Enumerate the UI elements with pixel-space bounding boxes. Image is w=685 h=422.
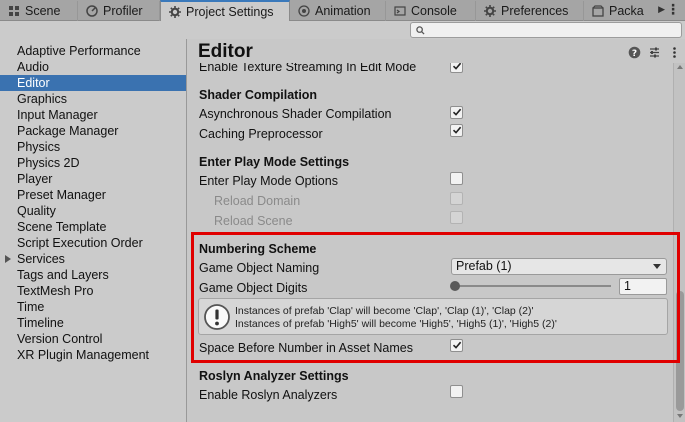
sidebar-item-editor[interactable]: Editor xyxy=(0,75,186,91)
caching-preprocessor-checkbox[interactable] xyxy=(450,124,463,137)
help-icon[interactable]: ? xyxy=(628,46,641,59)
sidebar-item-services[interactable]: Services xyxy=(0,251,186,267)
sidebar-item-package-manager[interactable]: Package Manager xyxy=(0,123,186,139)
shader-compilation-heading: Shader Compilation xyxy=(199,88,318,102)
tab-preferences[interactable]: Preferences xyxy=(476,1,584,21)
tab-project-settings[interactable]: Project Settings xyxy=(160,0,290,21)
preset-sliders-icon[interactable] xyxy=(648,46,661,59)
reload-domain-checkbox xyxy=(450,192,463,205)
tab-scene[interactable]: Scene xyxy=(0,1,78,21)
profiler-icon xyxy=(86,5,98,17)
gear-icon xyxy=(484,5,496,17)
scroll-up-arrow-icon[interactable] xyxy=(677,65,683,69)
sidebar-item-scene-template[interactable]: Scene Template xyxy=(0,219,186,235)
async-shader-compilation-checkbox[interactable] xyxy=(450,106,463,119)
editor-settings-panel: Enable Texture Streaming In Edit Mode Sh… xyxy=(188,39,685,422)
game-object-digits-field[interactable]: 1 xyxy=(619,278,667,295)
sidebar-item-quality[interactable]: Quality xyxy=(0,203,186,219)
sidebar-item-input-manager[interactable]: Input Manager xyxy=(0,107,186,123)
roslyn-analyzer-heading: Roslyn Analyzer Settings xyxy=(199,369,349,383)
package-icon xyxy=(592,5,604,17)
dropdown-value: Prefab (1) xyxy=(456,259,512,273)
tab-profiler[interactable]: Profiler xyxy=(78,1,160,21)
search-input[interactable] xyxy=(429,24,669,36)
play-mode-heading: Enter Play Mode Settings xyxy=(199,155,350,169)
tab-label: Console xyxy=(411,4,457,18)
tab-label: Project Settings xyxy=(186,4,274,19)
search-field[interactable] xyxy=(410,22,682,38)
panel-header: Editor ? xyxy=(188,39,685,63)
game-object-digits-label: Game Object Digits xyxy=(199,281,308,295)
help-text-line-1: Instances of prefab 'Clap' will become '… xyxy=(235,305,534,317)
sidebar-item-physics-2d[interactable]: Physics 2D xyxy=(0,155,186,171)
more-options-icon[interactable] xyxy=(668,46,681,59)
game-object-naming-dropdown[interactable]: Prefab (1) xyxy=(451,258,667,275)
tab-scroll-right-icon[interactable]: ▶ xyxy=(658,4,665,15)
caching-preprocessor-label: Caching Preprocessor xyxy=(199,127,323,141)
sidebar-item-timeline[interactable]: Timeline xyxy=(0,315,186,331)
sidebar-item-script-execution-order[interactable]: Script Execution Order xyxy=(0,235,186,251)
space-before-number-label: Space Before Number in Asset Names xyxy=(199,341,413,355)
sidebar-item-textmesh-pro[interactable]: TextMesh Pro xyxy=(0,283,186,299)
tab-console[interactable]: Console xyxy=(386,1,476,21)
sidebar-item-audio[interactable]: Audio xyxy=(0,59,186,75)
tab-label: Scene xyxy=(25,4,61,18)
tab-label: Packa xyxy=(609,4,644,18)
sidebar-item-xr-plugin-management[interactable]: XR Plugin Management xyxy=(0,347,186,363)
sidebar-item-version-control[interactable]: Version Control xyxy=(0,331,186,347)
sidebar-item-label: Services xyxy=(17,252,65,266)
reload-domain-label: Reload Domain xyxy=(214,194,301,208)
play-mode-options-checkbox[interactable] xyxy=(450,172,463,185)
numbering-help-box: Instances of prefab 'Clap' will become '… xyxy=(198,298,668,335)
enable-roslyn-analyzers-label: Enable Roslyn Analyzers xyxy=(199,388,338,402)
info-exclamation-icon xyxy=(204,304,230,330)
play-mode-options-label: Enter Play Mode Options xyxy=(199,174,338,188)
editor-tab-bar: Scene Profiler Project Settings Animatio… xyxy=(0,0,685,21)
game-object-naming-label: Game Object Naming xyxy=(199,261,320,275)
reload-scene-label: Reload Scene xyxy=(214,214,293,228)
tab-label: Preferences xyxy=(501,4,569,18)
scroll-down-arrow-icon[interactable] xyxy=(677,414,683,418)
vertical-scrollbar[interactable] xyxy=(673,63,685,422)
search-icon xyxy=(416,25,425,35)
page-title: Editor xyxy=(198,41,253,62)
sidebar-item-time[interactable]: Time xyxy=(0,299,186,315)
numbering-scheme-heading: Numbering Scheme xyxy=(199,242,317,256)
checkmark-icon xyxy=(452,341,462,349)
svg-text:?: ? xyxy=(632,49,637,59)
enable-roslyn-analyzers-checkbox[interactable] xyxy=(450,385,463,398)
tab-package-manager[interactable]: Packa xyxy=(584,1,656,21)
tab-label: Profiler xyxy=(103,4,143,18)
grid-icon xyxy=(9,6,19,16)
expand-arrow-icon[interactable] xyxy=(5,255,11,263)
sidebar-item-preset-manager[interactable]: Preset Manager xyxy=(0,187,186,203)
animation-icon xyxy=(298,5,310,17)
checkmark-icon xyxy=(452,108,462,116)
slider-thumb[interactable] xyxy=(450,281,460,291)
settings-sidebar: Adaptive Performance Audio Editor Graphi… xyxy=(0,39,187,422)
reload-scene-checkbox xyxy=(450,211,463,224)
sidebar-item-physics[interactable]: Physics xyxy=(0,139,186,155)
async-shader-compilation-label: Asynchronous Shader Compilation xyxy=(199,107,392,121)
game-object-digits-slider[interactable] xyxy=(455,285,611,287)
sidebar-item-player[interactable]: Player xyxy=(0,171,186,187)
tab-label: Animation xyxy=(315,4,371,18)
kebab-menu-icon[interactable]: ⋮ xyxy=(666,2,680,16)
console-icon xyxy=(394,6,406,16)
sidebar-item-tags-and-layers[interactable]: Tags and Layers xyxy=(0,267,186,283)
sidebar-item-graphics[interactable]: Graphics xyxy=(0,91,186,107)
space-before-number-checkbox[interactable] xyxy=(450,339,463,352)
gear-icon xyxy=(169,5,181,18)
search-row xyxy=(0,21,685,39)
sidebar-item-adaptive-performance[interactable]: Adaptive Performance xyxy=(0,43,186,59)
chevron-down-icon xyxy=(653,264,661,269)
tab-animation[interactable]: Animation xyxy=(290,1,386,21)
help-text-line-2: Instances of prefab 'High5' will become … xyxy=(235,318,557,330)
scrollbar-thumb[interactable] xyxy=(676,291,684,411)
checkmark-icon xyxy=(452,126,462,134)
